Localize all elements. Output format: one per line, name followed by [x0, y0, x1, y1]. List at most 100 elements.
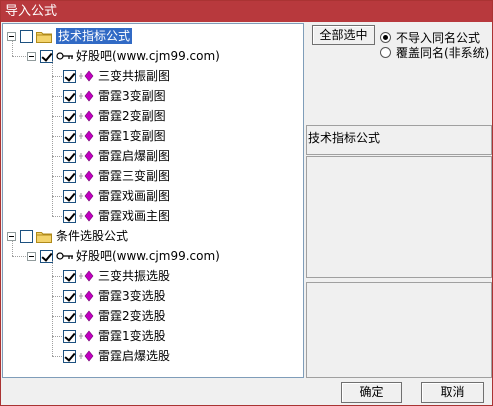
leaf-checkbox[interactable] — [63, 329, 76, 343]
tree-leaf-item[interactable]: 雷霆1变选股 — [47, 326, 166, 346]
tree-connector-line — [52, 216, 62, 217]
formula-diamond-icon — [79, 130, 95, 142]
tree-connector-line — [52, 176, 62, 177]
dialog-title: 导入公式 — [1, 1, 492, 22]
formula-diamond-icon — [79, 290, 95, 302]
tree-leaf-item[interactable]: 雷霆2变选股 — [47, 306, 166, 326]
formula-diamond-icon — [79, 110, 95, 122]
tree-leaf-item[interactable]: 雷霆三变副图 — [47, 166, 170, 186]
leaf-checkbox[interactable] — [63, 309, 76, 323]
tree-source-group2[interactable]: 好股吧(www.cjm99.com) — [27, 246, 220, 266]
formula-diamond-icon — [79, 90, 95, 102]
collapse-toggle-icon[interactable] — [7, 231, 16, 241]
leaf-label: 雷霆3变选股 — [98, 289, 166, 303]
leaf-label: 雷霆启爆选股 — [98, 349, 171, 363]
formula-diamond-icon — [79, 210, 95, 222]
formula-type-label: 技术指标公式 — [308, 131, 381, 145]
leaf-checkbox[interactable] — [63, 149, 76, 163]
tree-connector-line — [52, 156, 62, 157]
leaf-label: 雷霆戏画主图 — [98, 209, 171, 223]
source-label: 好股吧(www.cjm99.com) — [76, 249, 220, 263]
tree-leaf-item[interactable]: 雷霆启爆副图 — [47, 146, 170, 166]
collapse-toggle-icon[interactable] — [27, 51, 36, 61]
leaf-checkbox[interactable] — [63, 289, 76, 303]
tree-connector-line — [52, 296, 62, 297]
group-checkbox[interactable] — [20, 29, 33, 43]
leaf-label: 雷霆1变副图 — [98, 129, 166, 143]
leaf-checkbox[interactable] — [63, 169, 76, 183]
tree-leaf-item[interactable]: 雷霆3变副图 — [47, 86, 166, 106]
tree-connector-line — [52, 61, 53, 216]
cancel-button[interactable]: 取消 — [421, 382, 484, 403]
collapse-toggle-icon[interactable] — [7, 31, 16, 41]
description-panel — [306, 156, 492, 278]
formula-diamond-icon — [79, 270, 95, 282]
tree-connector-line — [52, 261, 53, 356]
leaf-label: 雷霆三变副图 — [98, 169, 171, 183]
tree-connector-line — [12, 256, 26, 257]
formula-type-panel: 技术指标公式 — [306, 125, 492, 155]
leaf-label: 雷霆启爆副图 — [98, 149, 171, 163]
formula-diamond-icon — [79, 150, 95, 162]
tree-connector-line — [52, 196, 62, 197]
folder-icon — [36, 230, 52, 243]
tree-leaf-item[interactable]: 三变共振选股 — [47, 266, 170, 286]
formula-diamond-icon — [79, 330, 95, 342]
formula-diamond-icon — [79, 70, 95, 82]
tree-leaf-item[interactable]: 三变共振副图 — [47, 66, 170, 86]
leaf-checkbox[interactable] — [63, 209, 76, 223]
key-icon — [56, 50, 74, 62]
leaf-label: 雷霆3变副图 — [98, 89, 166, 103]
tree-connector-line — [52, 276, 62, 277]
tree-connector-line — [12, 241, 13, 256]
parameters-panel — [306, 282, 492, 378]
tree-connector-line — [12, 56, 26, 57]
leaf-checkbox[interactable] — [63, 269, 76, 283]
leaf-checkbox[interactable] — [63, 189, 76, 203]
leaf-label: 雷霆戏画副图 — [98, 189, 171, 203]
tree-connector-line — [52, 136, 62, 137]
radio-skip-dot[interactable] — [380, 32, 391, 43]
leaf-label: 三变共振选股 — [98, 269, 171, 283]
tree-leaf-item[interactable]: 雷霆3变选股 — [47, 286, 166, 306]
group-label[interactable]: 技术指标公式 — [56, 28, 133, 44]
leaf-checkbox[interactable] — [63, 109, 76, 123]
tree-connector-line — [52, 316, 62, 317]
leaf-checkbox[interactable] — [63, 129, 76, 143]
import-formula-dialog: 导入公式 技术指标公式 好股吧(www.cjm99.com) 三变共振副图 雷霆3变副… — [0, 0, 493, 406]
group-checkbox[interactable] — [20, 229, 33, 243]
group-label[interactable]: 条件选股公式 — [56, 228, 128, 244]
source-label: 好股吧(www.cjm99.com) — [76, 49, 220, 63]
tree-leaf-item[interactable]: 雷霆1变副图 — [47, 126, 166, 146]
folder-icon — [36, 30, 52, 43]
leaf-label: 三变共振副图 — [98, 69, 171, 83]
radio-overwrite-duplicate[interactable]: 覆盖同名(非系统) — [380, 44, 489, 61]
leaf-label: 雷霆1变选股 — [98, 329, 166, 343]
tree-leaf-item[interactable]: 雷霆戏画副图 — [47, 186, 170, 206]
tree-group-group2[interactable]: 条件选股公式 — [7, 226, 128, 246]
select-all-button[interactable]: 全部选中 — [312, 25, 375, 45]
leaf-checkbox[interactable] — [63, 69, 76, 83]
formula-diamond-icon — [79, 350, 95, 362]
tree-source-group1[interactable]: 好股吧(www.cjm99.com) — [27, 46, 220, 66]
tree-connector-line — [12, 41, 13, 56]
key-icon — [56, 250, 74, 262]
tree-leaf-item[interactable]: 雷霆戏画主图 — [47, 206, 170, 226]
tree-leaf-item[interactable]: 雷霆启爆选股 — [47, 346, 170, 366]
ok-button[interactable]: 确定 — [341, 382, 402, 403]
tree-connector-line — [52, 336, 62, 337]
tree-connector-line — [52, 96, 62, 97]
formula-diamond-icon — [79, 190, 95, 202]
tree-connector-line — [52, 116, 62, 117]
tree-connector-line — [52, 356, 62, 357]
tree-group-group1[interactable]: 技术指标公式 — [7, 26, 133, 46]
tree-leaf-item[interactable]: 雷霆2变副图 — [47, 106, 166, 126]
leaf-checkbox[interactable] — [63, 349, 76, 363]
formula-diamond-icon — [79, 310, 95, 322]
radio-overwrite-dot[interactable] — [380, 47, 391, 58]
radio-overwrite-label: 覆盖同名(非系统) — [396, 46, 490, 60]
collapse-toggle-icon[interactable] — [27, 251, 36, 261]
leaf-checkbox[interactable] — [63, 89, 76, 103]
formula-tree[interactable]: 技术指标公式 好股吧(www.cjm99.com) 三变共振副图 雷霆3变副图 雷霆2变… — [2, 23, 304, 378]
leaf-label: 雷霆2变选股 — [98, 309, 166, 323]
